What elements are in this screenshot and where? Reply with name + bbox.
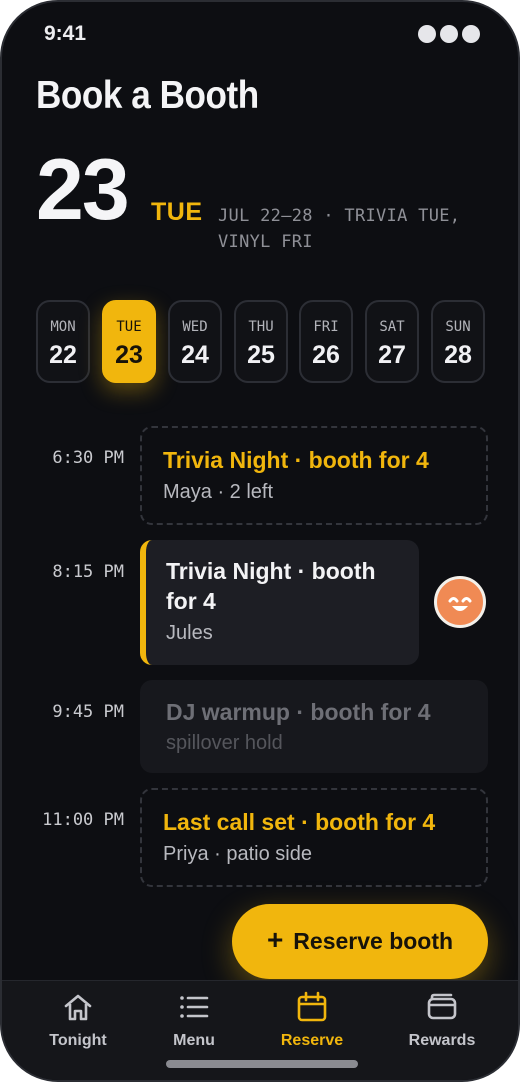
- day-chip-number: 25: [247, 341, 275, 369]
- slot-time: 6:30 PM: [52, 448, 124, 468]
- slot-subtitle: Maya · 2 left: [163, 481, 274, 503]
- list-icon: [180, 996, 209, 1018]
- week-info: JUL 22–28 · TRIVIA TUE, VINYL FRI: [218, 206, 461, 252]
- day-chip-sun[interactable]: SUN 28: [431, 300, 485, 383]
- tab-tonight[interactable]: Tonight: [28, 991, 128, 1050]
- day-chip-number: 24: [181, 341, 209, 369]
- slot-subtitle: spillover hold: [166, 732, 283, 754]
- day-chip-mon[interactable]: MON 22: [36, 300, 90, 383]
- smiling-face-icon: [448, 597, 472, 611]
- day-chip-fri[interactable]: FRI 26: [299, 300, 353, 383]
- home-icon: [64, 994, 92, 1021]
- tab-menu[interactable]: Menu: [144, 991, 244, 1050]
- wallet-icon: [427, 993, 457, 1020]
- slot-title: Trivia Night · booth for 4: [163, 447, 429, 473]
- status-time: 9:41: [44, 22, 87, 45]
- slot-card-open[interactable]: Trivia Night · booth for 4 Maya · 2 left: [140, 426, 488, 525]
- tab-reserve[interactable]: Reserve: [262, 991, 362, 1050]
- slot-card-open[interactable]: Last call set · booth for 4 Priya · pati…: [140, 788, 488, 887]
- reserve-booth-label: Reserve booth: [293, 928, 454, 954]
- plus-icon: +: [266, 924, 284, 955]
- tab-label: Reserve: [280, 1032, 344, 1049]
- slot-subtitle: Priya · patio side: [163, 843, 312, 865]
- day-chip-dow: SUN: [445, 319, 471, 335]
- day-chip-dow: FRI: [313, 319, 339, 335]
- tab-label: Rewards: [408, 1032, 476, 1049]
- slot-title: Last call set · booth for 4: [163, 809, 436, 835]
- selected-day-of-week: TUE: [151, 198, 203, 226]
- day-chip-sat[interactable]: SAT 27: [365, 300, 419, 383]
- more-options-icon[interactable]: [418, 25, 480, 43]
- slot-card-hold[interactable]: DJ warmup · booth for 4 spillover hold: [140, 680, 488, 773]
- selected-day-number: 23: [36, 142, 130, 238]
- slot-card-booked[interactable]: Trivia Night · booth for 4 Jules: [140, 540, 419, 665]
- page-title: Book a Booth: [36, 74, 259, 117]
- day-chip-dow: MON: [50, 319, 76, 335]
- slot-title: DJ warmup · booth for 4: [166, 699, 431, 725]
- slot-time: 9:45 PM: [52, 702, 124, 722]
- slot-time: 8:15 PM: [52, 562, 124, 582]
- day-chip-dow: SAT: [379, 319, 405, 335]
- day-chip-number: 23: [115, 341, 143, 369]
- day-chip-dow: THU: [248, 319, 274, 335]
- day-chip-wed[interactable]: WED 24: [168, 300, 222, 383]
- day-chip-thu[interactable]: THU 25: [234, 300, 288, 383]
- slot-time: 11:00 PM: [42, 810, 124, 830]
- day-chip-number: 22: [49, 341, 77, 369]
- home-indicator: [166, 1060, 358, 1068]
- slot-title: Trivia Night · booth for 4: [166, 558, 376, 614]
- tab-label: Menu: [173, 1032, 215, 1049]
- tab-rewards[interactable]: Rewards: [392, 991, 492, 1050]
- day-chip-number: 26: [312, 341, 340, 369]
- day-chip-tue[interactable]: TUE 23: [102, 300, 156, 383]
- phone-screen: 9:41 Book a Booth 23 TUE JUL 22–28 · TRI…: [0, 0, 520, 1082]
- reserve-booth-button[interactable]: + Reserve booth: [232, 904, 488, 979]
- avatar[interactable]: [434, 576, 486, 628]
- slot-subtitle: Jules: [166, 622, 213, 644]
- day-chip-dow: TUE: [116, 319, 142, 335]
- day-chip-number: 27: [378, 341, 406, 369]
- day-chip-dow: WED: [182, 319, 208, 335]
- tab-label: Tonight: [49, 1032, 107, 1049]
- calendar-icon: [297, 991, 327, 1022]
- day-chip-number: 28: [444, 341, 472, 369]
